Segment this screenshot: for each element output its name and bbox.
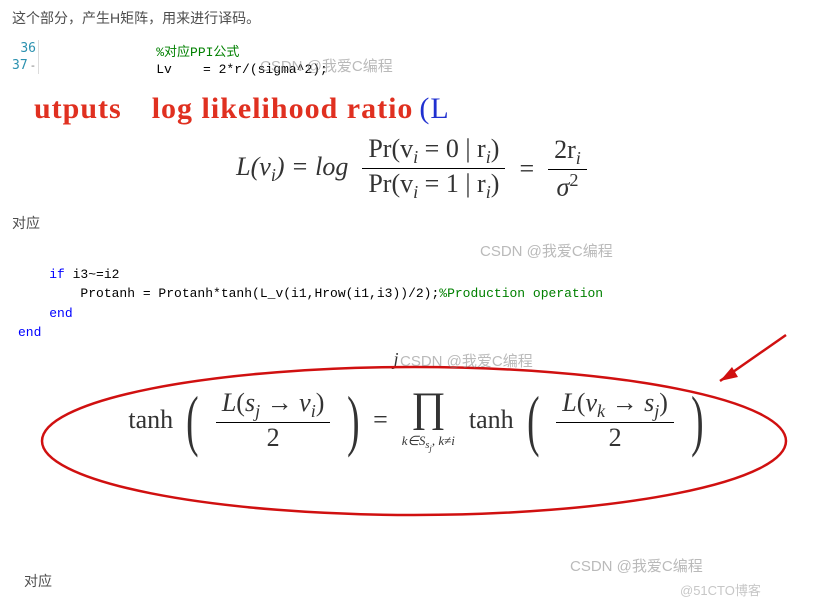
code-block-1: 36 37- %对应PPI公式 Lv = 2*r/(sigma^2); (12, 40, 827, 78)
circled-formula-region: j tanh ( L(sj → vi) 2 ) = ∏ k∈Ssj, k≠i t… (34, 361, 794, 521)
line-number: 36 (12, 40, 36, 57)
fraction-2r-sigma: 2ri σ2 (548, 135, 587, 203)
fraction-pr: Pr(vi = 0 | ri) Pr(vi = 1 | ri) (362, 134, 505, 203)
red-word-1: utputs (34, 92, 122, 126)
formula-tanh-product: tanh ( L(sj → vi) 2 ) = ∏ k∈Ssj, k≠i tan… (69, 387, 769, 454)
code-line: if i3~=i2 (18, 267, 119, 282)
code-line: %对应PPI公式 (47, 40, 328, 61)
label-duiying-2: 对应 (12, 565, 64, 597)
red-word-2: log likelihood ratio(L (152, 92, 450, 126)
cropped-heading: utputs log likelihood ratio(L (34, 92, 827, 126)
line-number: 37- (12, 57, 36, 74)
watermark-51cto: @51CTO博客 (680, 580, 761, 599)
code-line: end (18, 325, 41, 340)
fold-icon: - (30, 59, 37, 72)
product-symbol: ∏ k∈Ssj, k≠i (402, 387, 455, 454)
formula-llr: L(vi) = log Pr(vi = 0 | ri) Pr(vi = 1 | … (0, 134, 827, 203)
watermark-csdn: CSDN @我爱C编程 (570, 555, 703, 576)
code-line: end (18, 306, 73, 321)
code-lines: %对应PPI公式 Lv = 2*r/(sigma^2); (47, 40, 328, 78)
label-duiying-1: 对应 (0, 207, 827, 239)
code-line: Protanh = Protanh*tanh(L_v(i1,Hrow(i1,i3… (18, 286, 603, 301)
line-number-column: 36 37- (12, 40, 39, 74)
code-line: Lv = 2*r/(sigma^2); (47, 61, 328, 78)
intro-text: 这个部分，产生H矩阵，用来进行译码。 (0, 0, 827, 36)
